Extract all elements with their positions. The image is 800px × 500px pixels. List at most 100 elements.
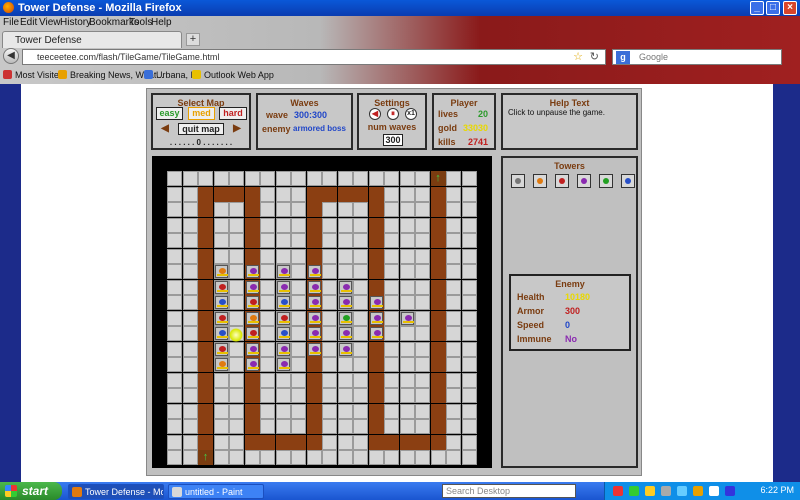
path-tile[interactable]	[430, 279, 446, 295]
placed-tower[interactable]	[214, 311, 228, 325]
grass-tile[interactable]	[337, 233, 353, 248]
path-tile[interactable]	[244, 388, 260, 403]
menu-edit[interactable]: Edit	[20, 17, 37, 28]
path-tile[interactable]	[244, 217, 260, 233]
grass-tile[interactable]	[368, 171, 384, 186]
grass-tile[interactable]	[322, 264, 337, 279]
tower-orange-icon[interactable]	[533, 174, 547, 188]
grass-tile[interactable]	[461, 233, 477, 248]
grass-tile[interactable]	[415, 419, 430, 434]
grass-tile[interactable]	[291, 279, 306, 295]
placed-tower[interactable]	[245, 265, 259, 278]
grass-tile[interactable]	[322, 450, 337, 465]
tower-green-icon[interactable]	[599, 174, 613, 188]
path-tile[interactable]	[430, 434, 446, 450]
grass-tile[interactable]	[275, 388, 291, 403]
grass-tile[interactable]	[260, 388, 275, 403]
placed-tower[interactable]	[400, 311, 414, 325]
placed-tower[interactable]	[307, 280, 321, 294]
grass-tile[interactable]	[446, 233, 461, 248]
tray-icon-2[interactable]	[629, 486, 639, 496]
desktop-search-input[interactable]: Search Desktop	[442, 484, 576, 498]
grass-tile[interactable]	[244, 171, 260, 186]
grass-tile[interactable]	[384, 217, 399, 233]
placed-tower[interactable]	[307, 265, 321, 278]
grass-tile[interactable]	[213, 434, 229, 450]
path-tile[interactable]	[306, 233, 322, 248]
grass-tile[interactable]	[198, 171, 213, 186]
grass-tile[interactable]	[291, 357, 306, 372]
tray-icon-5[interactable]	[677, 486, 687, 496]
num-waves-input[interactable]: 300	[383, 134, 403, 146]
grass-tile[interactable]	[182, 202, 198, 217]
grass-tile[interactable]	[167, 388, 182, 403]
grass-tile[interactable]	[275, 403, 291, 419]
game-board[interactable]: ↑ ↑	[152, 156, 492, 468]
grass-tile[interactable]	[182, 341, 198, 357]
path-tile[interactable]	[399, 434, 415, 450]
path-tile[interactable]	[198, 186, 213, 202]
grass-tile[interactable]	[384, 310, 399, 326]
grass-tile[interactable]	[322, 171, 337, 186]
grass-tile[interactable]	[322, 434, 337, 450]
bookmark-outlook[interactable]: Outlook Web App	[192, 70, 274, 80]
grass-tile[interactable]	[415, 202, 430, 217]
hard-button[interactable]: hard	[219, 107, 247, 120]
grass-tile[interactable]	[182, 310, 198, 326]
grass-tile[interactable]	[353, 403, 368, 419]
menu-history[interactable]: History	[60, 17, 91, 28]
path-tile[interactable]	[244, 186, 260, 202]
grass-tile[interactable]	[461, 388, 477, 403]
grass-tile[interactable]	[461, 295, 477, 310]
grass-tile[interactable]	[384, 372, 399, 388]
grass-tile[interactable]	[213, 217, 229, 233]
path-tile[interactable]	[430, 248, 446, 264]
grass-tile[interactable]	[399, 279, 415, 295]
placed-tower[interactable]	[245, 280, 259, 294]
path-tile[interactable]	[430, 357, 446, 372]
path-tile[interactable]	[368, 248, 384, 264]
grass-tile[interactable]	[275, 248, 291, 264]
grass-tile[interactable]	[368, 450, 384, 465]
grass-tile[interactable]	[461, 248, 477, 264]
path-tile[interactable]	[198, 434, 213, 450]
placed-tower[interactable]	[276, 342, 290, 356]
grass-tile[interactable]	[384, 403, 399, 419]
grass-tile[interactable]	[167, 295, 182, 310]
grass-tile[interactable]	[446, 295, 461, 310]
grass-tile[interactable]	[275, 186, 291, 202]
tray-icon-4[interactable]	[661, 486, 671, 496]
grass-tile[interactable]	[167, 202, 182, 217]
grass-tile[interactable]	[337, 372, 353, 388]
grass-tile[interactable]	[353, 450, 368, 465]
grass-tile[interactable]	[291, 217, 306, 233]
path-tile[interactable]	[198, 202, 213, 217]
path-tile[interactable]	[244, 403, 260, 419]
placed-tower[interactable]	[214, 296, 228, 309]
grass-tile[interactable]	[384, 233, 399, 248]
tower-red-icon[interactable]	[555, 174, 569, 188]
grass-tile[interactable]	[291, 233, 306, 248]
grass-tile[interactable]	[353, 326, 368, 341]
grass-tile[interactable]	[322, 341, 337, 357]
grass-tile[interactable]	[384, 388, 399, 403]
path-tile[interactable]	[306, 248, 322, 264]
grass-tile[interactable]	[182, 326, 198, 341]
placed-tower[interactable]	[245, 342, 259, 356]
grass-tile[interactable]	[415, 248, 430, 264]
grass-tile[interactable]	[399, 357, 415, 372]
path-tile[interactable]	[306, 186, 322, 202]
grass-tile[interactable]	[337, 450, 353, 465]
placed-tower[interactable]	[338, 311, 352, 325]
grass-tile[interactable]	[167, 341, 182, 357]
grass-tile[interactable]	[291, 388, 306, 403]
grass-tile[interactable]	[353, 295, 368, 310]
grass-tile[interactable]	[213, 388, 229, 403]
grass-tile[interactable]	[275, 171, 291, 186]
grass-tile[interactable]	[213, 419, 229, 434]
grass-tile[interactable]	[291, 202, 306, 217]
grass-tile[interactable]	[399, 403, 415, 419]
grass-tile[interactable]	[337, 217, 353, 233]
tray-icon-7[interactable]	[709, 486, 719, 496]
close-button[interactable]: ×	[783, 1, 797, 15]
